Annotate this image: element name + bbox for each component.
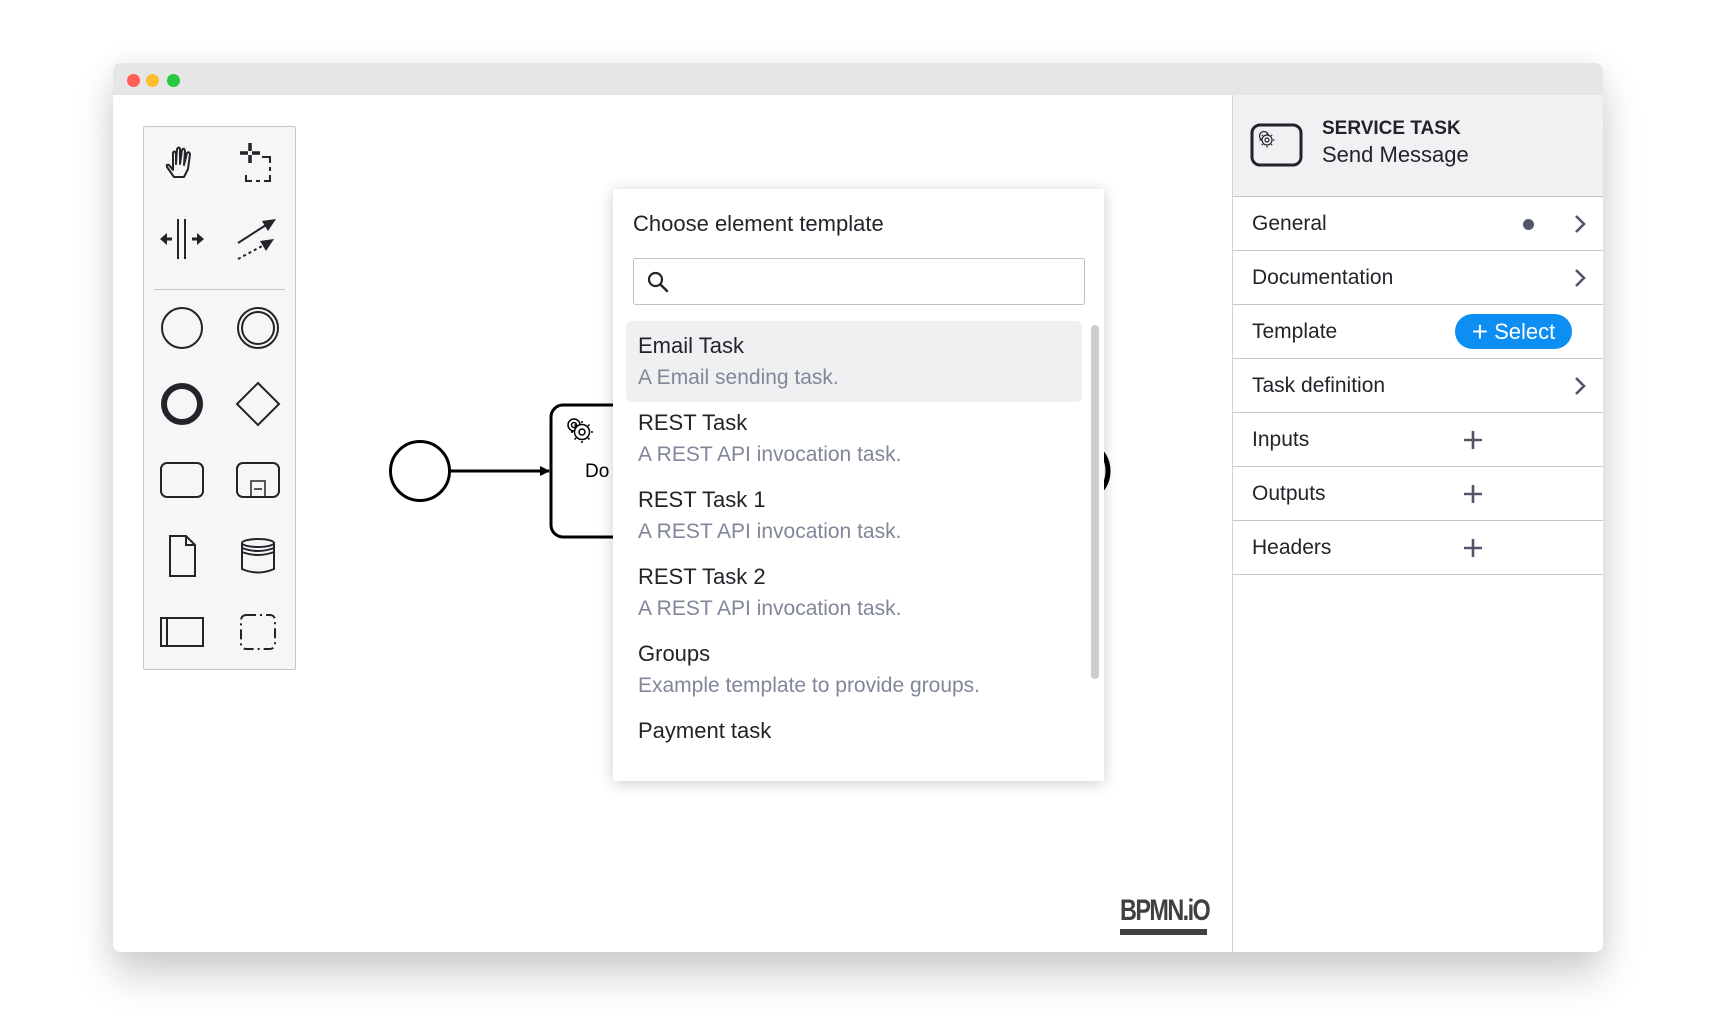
group-documentation[interactable]: Documentation	[1233, 251, 1603, 305]
template-name: Payment task	[638, 718, 772, 743]
template-name: REST Task	[638, 410, 748, 435]
group-general[interactable]: General	[1233, 197, 1603, 251]
plus-icon: +	[1471, 315, 1489, 347]
diagram-canvas[interactable]: Do BPMN.iO Choose element template Email…	[113, 95, 1232, 952]
template-description: A REST API invocation task.	[638, 597, 902, 620]
service-task-icon	[1250, 123, 1303, 167]
data-marker-dot	[1523, 219, 1534, 230]
select-button-label: Select	[1494, 318, 1556, 344]
template-description: Example template to provide groups.	[638, 674, 981, 697]
create-gateway[interactable]	[230, 376, 286, 432]
template-item-groups[interactable]: Groups Example template to provide group…	[626, 629, 1082, 710]
template-search-input[interactable]	[680, 263, 1080, 300]
palette-separator	[154, 289, 285, 290]
group-label: Template	[1252, 320, 1338, 343]
intermediate-event-icon	[237, 307, 279, 349]
group-task-definition[interactable]: Task definition	[1233, 359, 1603, 413]
group-outputs[interactable]: Outputs	[1233, 467, 1603, 521]
add-output-icon[interactable]	[1461, 482, 1485, 506]
create-subprocess[interactable]	[230, 452, 286, 508]
chevron-right-icon[interactable]	[1573, 375, 1587, 397]
create-start-event[interactable]	[154, 300, 210, 356]
template-description: A REST API invocation task.	[638, 520, 902, 543]
create-intermediate-event[interactable]	[230, 300, 286, 356]
create-group[interactable]	[230, 604, 286, 660]
connect-icon	[237, 219, 276, 260]
template-item-rest-task[interactable]: REST Task A REST API invocation task.	[626, 398, 1082, 479]
global-connect-tool[interactable]	[230, 211, 286, 267]
group-label: Outputs	[1252, 482, 1326, 505]
group-headers[interactable]: Headers	[1233, 521, 1603, 575]
lasso-icon	[240, 143, 271, 182]
group-icon	[240, 614, 276, 650]
chevron-right-icon[interactable]	[1573, 267, 1587, 289]
end-event-icon	[161, 383, 203, 425]
properties-header: SERVICE TASK Send Message	[1233, 95, 1603, 197]
template-item-rest-task-1[interactable]: REST Task 1 A REST API invocation task.	[626, 475, 1082, 556]
create-data-object[interactable]	[154, 528, 210, 584]
space-tool-icon	[160, 219, 204, 259]
template-name: REST Task 2	[638, 564, 766, 589]
search-icon	[647, 271, 669, 293]
properties-panel: SERVICE TASK Send Message General Docume…	[1232, 95, 1603, 952]
data-store-icon	[241, 538, 275, 574]
pool-icon	[160, 617, 204, 647]
group-inputs[interactable]: Inputs	[1233, 413, 1603, 467]
task-label: Do	[585, 461, 609, 482]
template-name: Email Task	[638, 333, 744, 358]
template-description: A REST API invocation task.	[638, 443, 902, 466]
template-description: A Email sending task.	[638, 366, 839, 389]
element-type: SERVICE TASK	[1322, 118, 1461, 139]
create-end-event[interactable]	[154, 376, 210, 432]
minimize-window-button[interactable]	[146, 74, 159, 87]
group-label: Documentation	[1252, 266, 1394, 289]
lasso-tool[interactable]	[230, 135, 286, 191]
hand-tool[interactable]	[154, 135, 210, 191]
template-name: Groups	[638, 641, 711, 666]
group-label: Headers	[1252, 536, 1332, 559]
group-label: Inputs	[1252, 428, 1310, 451]
create-data-store[interactable]	[230, 528, 286, 584]
subprocess-icon	[236, 462, 280, 498]
data-object-icon	[169, 535, 196, 577]
group-label: Task definition	[1252, 374, 1386, 397]
template-item-email-task[interactable]: Email Task A Email sending task.	[626, 321, 1082, 402]
app-window: Do BPMN.iO Choose element template Email…	[113, 63, 1603, 952]
create-task[interactable]	[154, 452, 210, 508]
title-bar	[113, 63, 1603, 95]
add-header-icon[interactable]	[1461, 536, 1485, 560]
space-tool[interactable]	[154, 211, 210, 267]
chevron-right-icon[interactable]	[1573, 213, 1587, 235]
template-list-scrollbar[interactable]	[1091, 325, 1099, 679]
add-input-icon[interactable]	[1461, 428, 1485, 452]
task-icon	[160, 462, 204, 498]
gateway-icon	[235, 381, 281, 427]
hand-icon	[165, 146, 191, 178]
element-template-chooser: Choose element template Email Task A Ema…	[613, 189, 1104, 781]
select-template-button[interactable]: + Select	[1455, 314, 1572, 349]
start-event[interactable]	[389, 440, 451, 502]
element-name: Send Message	[1322, 142, 1469, 167]
group-label: General	[1252, 212, 1327, 235]
template-search-field[interactable]	[633, 258, 1085, 305]
group-template: Template + Select	[1233, 305, 1603, 359]
tool-palette	[143, 126, 296, 670]
template-name: REST Task 1	[638, 487, 766, 512]
maximize-window-button[interactable]	[167, 74, 180, 87]
template-list: Email Task A Email sending task. REST Ta…	[626, 321, 1082, 781]
logo-underline	[1120, 929, 1207, 935]
bpmn-io-logo[interactable]: BPMN.iO	[1120, 896, 1211, 926]
template-item-rest-task-2[interactable]: REST Task 2 A REST API invocation task.	[626, 552, 1082, 633]
create-pool[interactable]	[154, 604, 210, 660]
template-item-payment-task[interactable]: Payment task	[626, 706, 1082, 781]
start-event-icon	[161, 307, 203, 349]
close-window-button[interactable]	[127, 74, 140, 87]
modal-title: Choose element template	[633, 211, 884, 236]
